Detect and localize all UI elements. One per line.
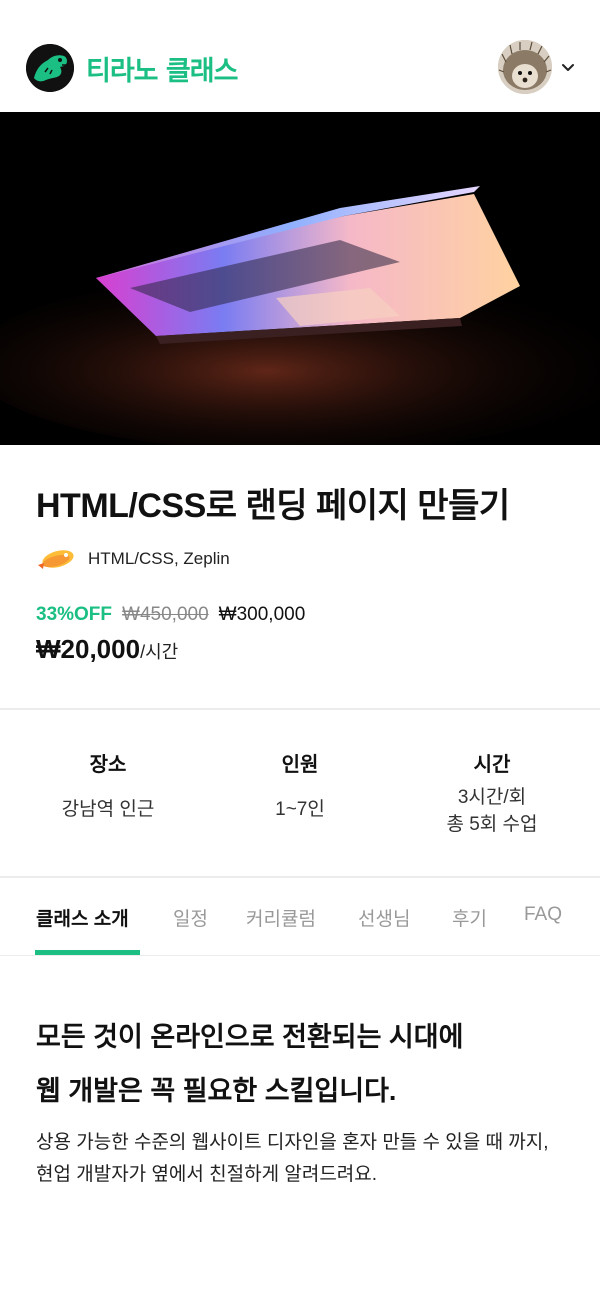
tab-teacher[interactable]: 선생님	[358, 904, 410, 931]
info-value: 3시간/회 총 5회 수업	[392, 784, 592, 838]
section-heading: 모든 것이 온라인으로 전환되는 시대에 웹 개발은 꼭 필요한 스킬입니다.	[36, 1010, 463, 1118]
info-time: 시간 3시간/회 총 5회 수업	[392, 748, 592, 838]
logo-text: 티라노 클래스	[86, 55, 238, 87]
info-value: 1~7인	[275, 799, 325, 820]
heading-line: 모든 것이 온라인으로 전환되는 시대에	[36, 1022, 464, 1052]
hourly-price: ₩20,000/시간	[36, 634, 178, 665]
tab-faq[interactable]: FAQ	[524, 904, 562, 926]
price-line: 33%OFF ₩450,000 ₩300,000	[36, 604, 305, 626]
divider	[0, 876, 600, 878]
class-tools: HTML/CSS, Zeplin	[36, 541, 230, 577]
info-label: 시간	[473, 754, 511, 776]
info-label: 장소	[89, 754, 127, 776]
heading-line: 웹 개발은 꼭 필요한 스킬입니다.	[36, 1076, 397, 1106]
logo[interactable]: 티라노 클래스	[26, 44, 238, 92]
tab-reviews[interactable]: 후기	[452, 904, 487, 931]
profile-menu[interactable]	[498, 40, 576, 94]
info-label: 인원	[281, 754, 319, 776]
dinosaur-icon	[26, 44, 74, 92]
hourly-amount: ₩20,000	[36, 634, 141, 664]
hero-image	[0, 112, 600, 445]
sale-price: ₩300,000	[218, 604, 306, 625]
chevron-down-icon[interactable]	[560, 59, 576, 75]
info-value-line: 총 5회 수업	[446, 814, 538, 835]
tab-class-intro[interactable]: 클래스 소개	[36, 904, 129, 931]
tab-bar: 클래스 소개 일정 커리큘럼 선생님 후기 FAQ	[0, 880, 600, 956]
zeplin-icon	[38, 550, 74, 569]
info-value: 강남역 인근	[61, 799, 155, 820]
tools-label: HTML/CSS, Zeplin	[88, 549, 230, 568]
divider	[0, 708, 600, 710]
info-value-line: 3시간/회	[457, 787, 527, 808]
class-title: HTML/CSS로 랜딩 페이지 만들기	[36, 487, 510, 525]
tab-curriculum[interactable]: 커리큘럼	[246, 904, 316, 931]
divider	[0, 955, 600, 956]
avatar[interactable]	[498, 40, 552, 94]
tab-schedule[interactable]: 일정	[173, 904, 208, 931]
discount-badge: 33%OFF	[36, 604, 113, 625]
original-price: ₩450,000	[122, 604, 209, 625]
info-capacity: 인원 1~7인	[200, 748, 400, 823]
section-body: 상용 가능한 수준의 웹사이트 디자인을 혼자 만들 수 있을 때 까지, 현업…	[36, 1132, 549, 1185]
info-location: 장소 강남역 인근	[8, 748, 208, 823]
hourly-unit: /시간	[140, 642, 179, 662]
app-header: 티라노 클래스	[0, 0, 600, 112]
